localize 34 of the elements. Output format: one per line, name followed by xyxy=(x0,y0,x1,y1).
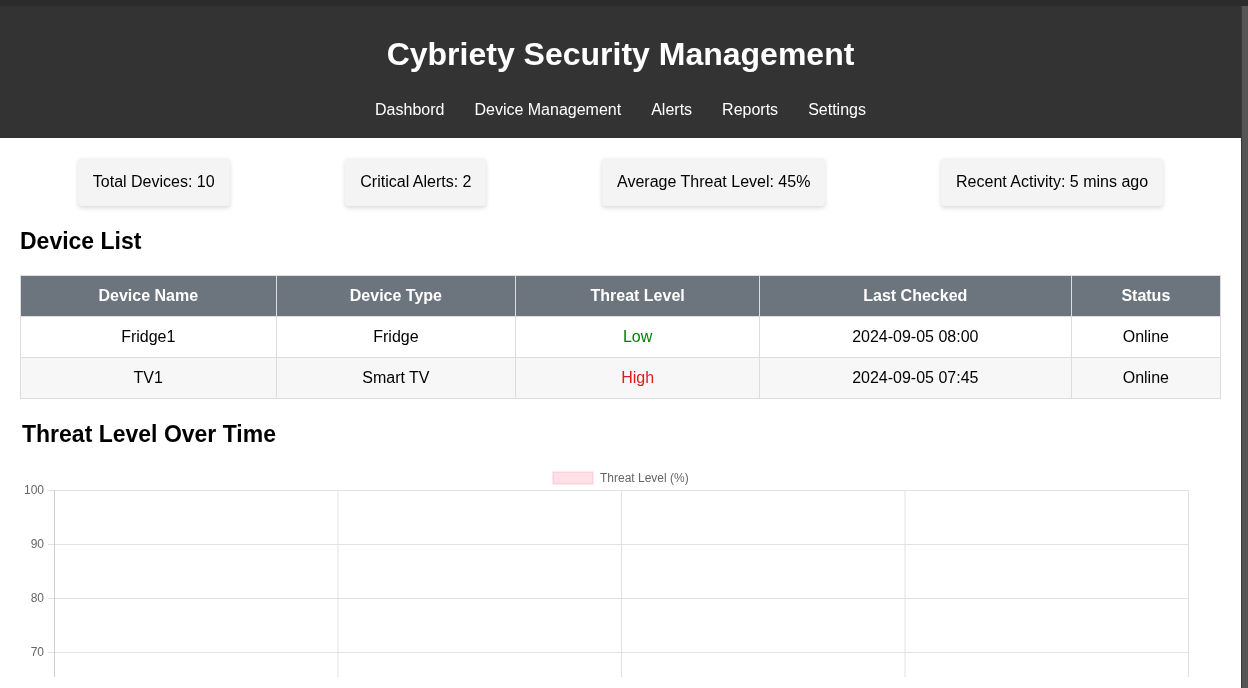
legend-item[interactable]: Threat Level (%) xyxy=(552,471,689,485)
y-tick-label: 70 xyxy=(30,645,44,659)
nav-link[interactable]: Reports xyxy=(722,101,779,119)
threat-level-cell: Low xyxy=(515,316,760,358)
scrollbar[interactable] xyxy=(1241,6,1248,688)
y-tick-label: 80 xyxy=(30,591,44,605)
app-title: Cybriety Security Management xyxy=(385,36,856,73)
y-tick-label: 90 xyxy=(30,537,44,551)
table-cell: Fridge xyxy=(276,316,516,358)
stat-card: Critical Alerts: 2 xyxy=(345,158,487,206)
stat-card: Average Threat Level: 45% xyxy=(602,158,826,206)
table-cell: Online xyxy=(1071,357,1221,399)
threat-level-cell: High xyxy=(515,357,760,399)
column-header: Threat Level xyxy=(515,275,760,317)
table-cell: Fridge1 xyxy=(20,316,277,358)
table-cell: Online xyxy=(1071,316,1221,358)
y-tick-label: 100 xyxy=(23,483,44,497)
column-header: Status xyxy=(1071,275,1221,317)
nav-link[interactable]: Device Management xyxy=(474,101,622,119)
table-cell: 2024-09-05 08:00 xyxy=(759,316,1072,358)
stat-card: Total Devices: 10 xyxy=(77,158,230,206)
section-heading: Device List xyxy=(20,228,143,255)
legend-label: Threat Level (%) xyxy=(600,471,689,485)
column-header: Last Checked xyxy=(759,275,1072,317)
table-cell: Smart TV xyxy=(276,357,516,399)
section-heading: Threat Level Over Time xyxy=(22,421,277,448)
stat-card: Recent Activity: 5 mins ago xyxy=(941,158,1164,206)
nav-link[interactable]: Settings xyxy=(808,101,866,119)
column-header: Device Name xyxy=(20,275,277,317)
nav-link[interactable]: Alerts xyxy=(651,101,693,119)
column-header: Device Type xyxy=(276,275,516,317)
table-cell: 2024-09-05 07:45 xyxy=(759,357,1072,399)
table-cell: TV1 xyxy=(20,357,277,399)
nav-link[interactable]: Dashbord xyxy=(375,101,445,119)
